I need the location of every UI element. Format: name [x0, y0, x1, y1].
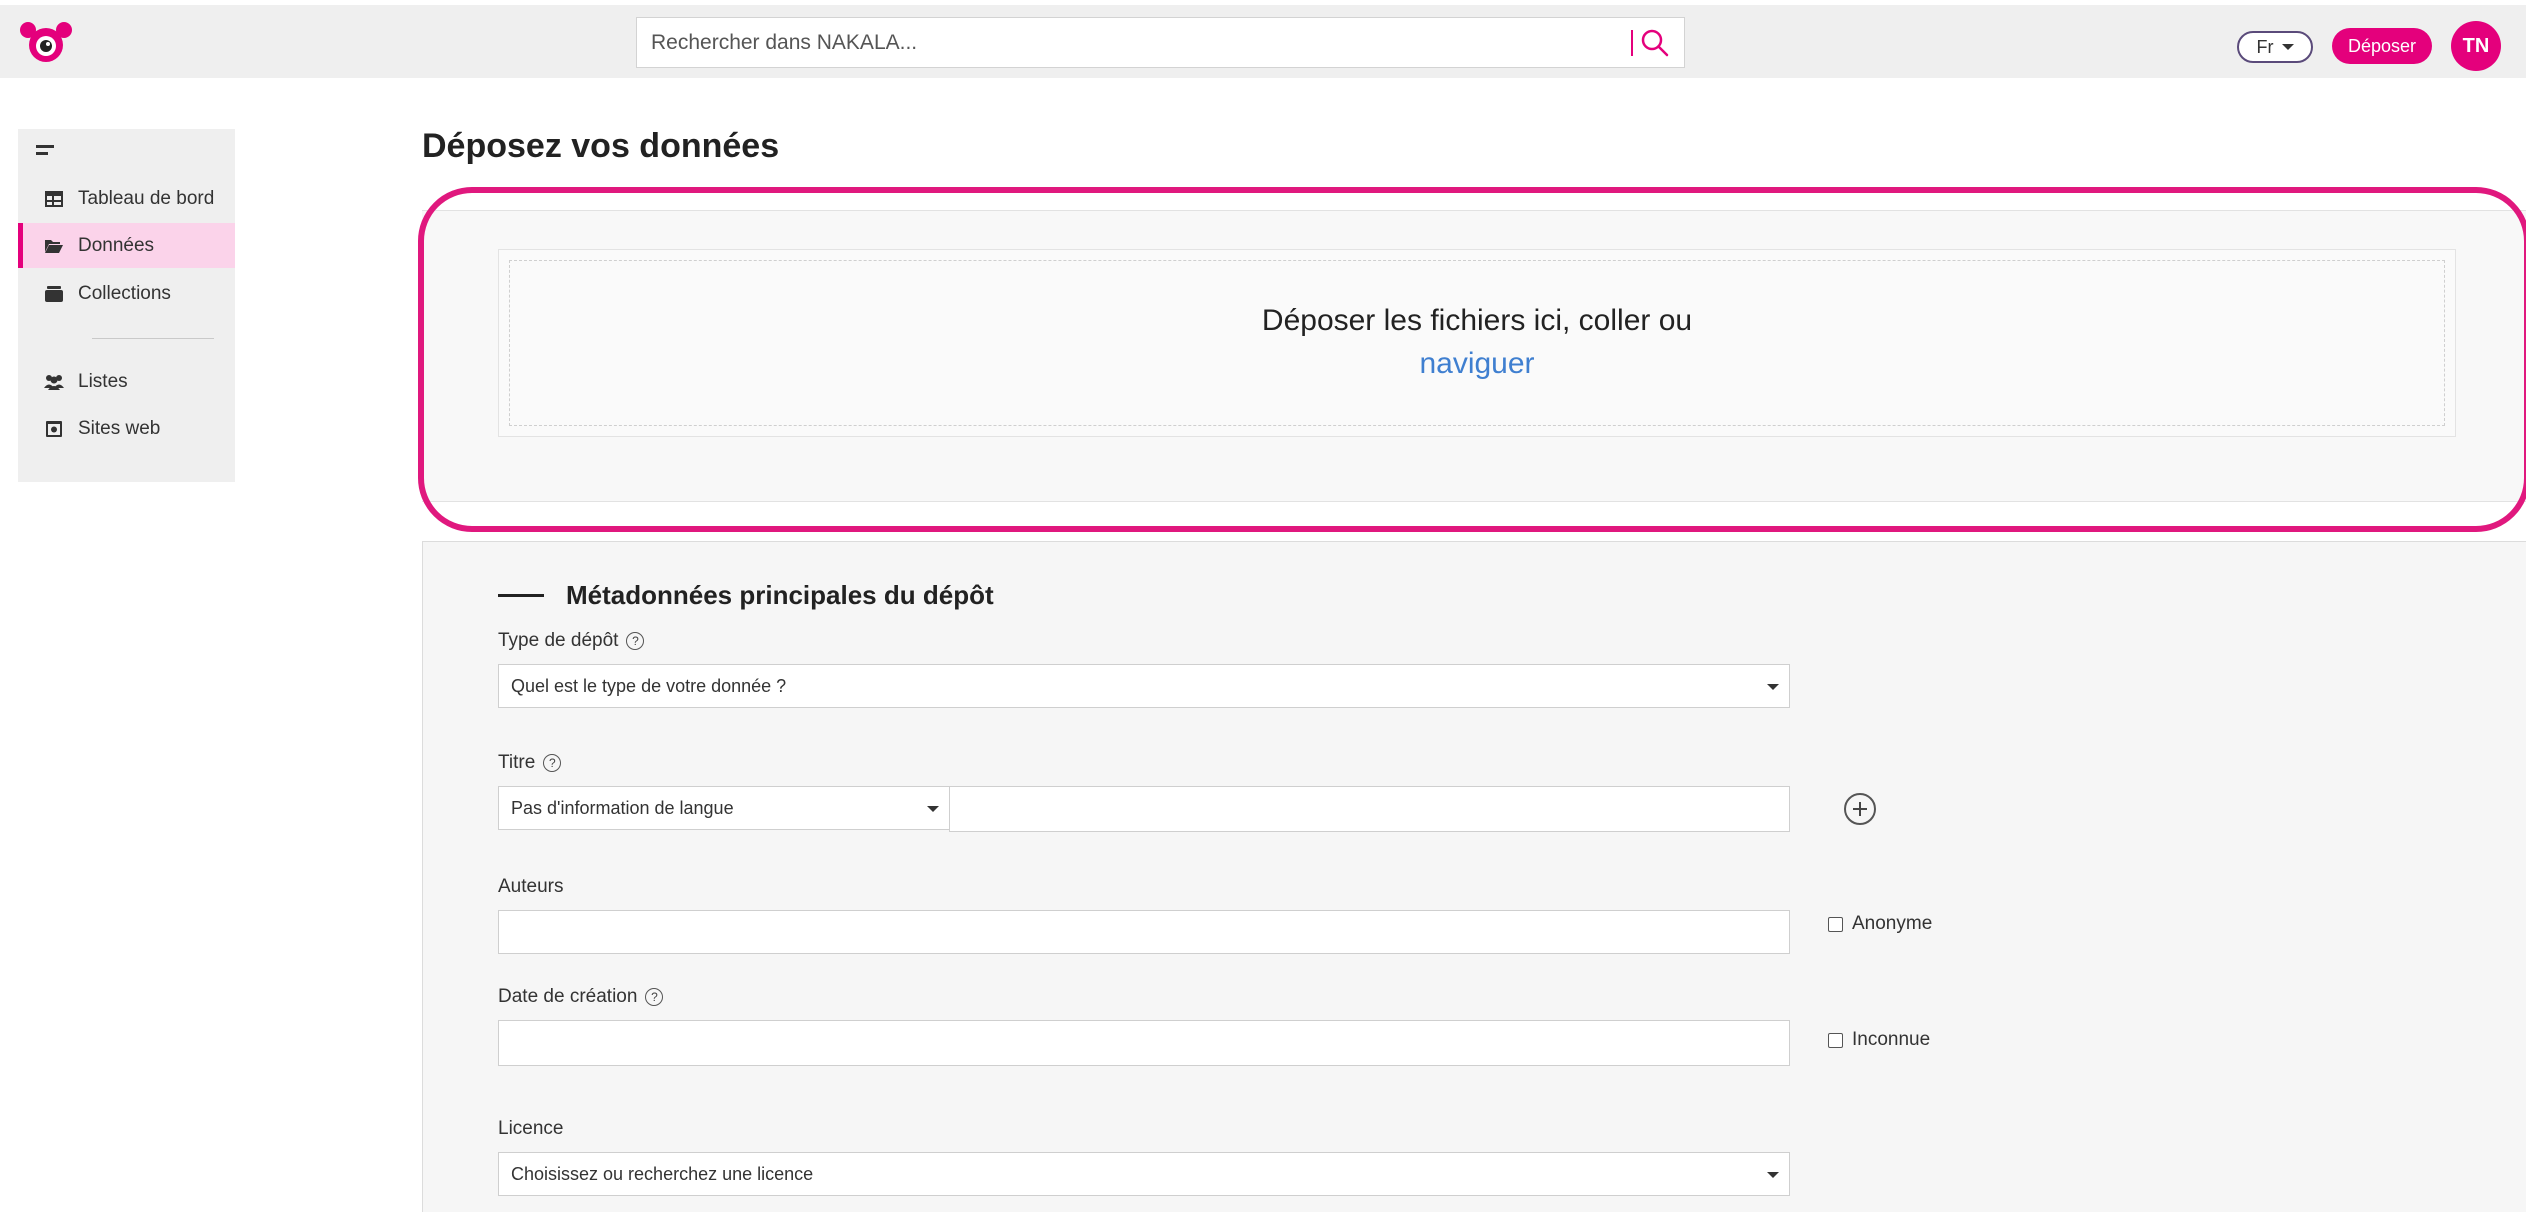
section-line: [498, 594, 544, 597]
deposit-type-select[interactable]: Quel est le type de votre donnée ?: [498, 664, 1790, 708]
deposit-button[interactable]: Déposer: [2332, 28, 2432, 64]
help-icon[interactable]: ?: [626, 632, 645, 650]
page-title: Déposez vos données: [422, 127, 780, 165]
archive-icon: [45, 285, 63, 302]
license-placeholder: Choisissez ou recherchez une licence: [511, 1163, 814, 1184]
authors-label: Auteurs: [498, 876, 563, 898]
dashboard-icon: [45, 190, 63, 207]
license-label-text: Licence: [498, 1118, 564, 1139]
help-icon[interactable]: ?: [543, 754, 562, 772]
search-separator: [1631, 30, 1633, 56]
chevron-down-icon: [1767, 684, 1779, 690]
deposit-type-label: Type de dépôt ?: [498, 630, 645, 652]
file-dropzone[interactable]: Déposer les fichiers ici, coller ou navi…: [498, 249, 2456, 437]
sidebar-item-collections[interactable]: Collections: [18, 271, 235, 316]
authors-label-text: Auteurs: [498, 876, 564, 897]
language-label: Fr: [2256, 36, 2274, 57]
sidebar-item-label: Tableau de bord: [78, 187, 215, 209]
authors-input[interactable]: [498, 910, 1790, 954]
sidebar-item-label: Sites web: [78, 417, 161, 439]
plus-icon: [1853, 802, 1867, 816]
top-bar: Fr Déposer TN: [0, 5, 2526, 78]
title-label-text: Titre: [498, 752, 536, 773]
title-input[interactable]: [949, 786, 1790, 832]
user-avatar[interactable]: TN: [2451, 21, 2501, 71]
metadata-panel: [422, 541, 2526, 1212]
sidebar-item-label: Listes: [78, 370, 128, 392]
folder-open-icon: [45, 239, 63, 253]
deposit-type-placeholder: Quel est le type de votre donnée ?: [511, 675, 787, 696]
checkbox-box[interactable]: [1828, 916, 1843, 932]
sidebar-item-sites-web[interactable]: Sites web: [18, 406, 235, 451]
chevron-down-icon: [927, 806, 939, 812]
nakala-logo-icon[interactable]: [18, 21, 74, 65]
chevron-down-icon: [2281, 44, 2294, 50]
chevron-down-icon: [1767, 1172, 1779, 1178]
search-input[interactable]: [637, 18, 1617, 67]
sidebar-item-label: Données: [78, 234, 155, 256]
title-language-select[interactable]: Pas d'information de langue: [498, 786, 950, 830]
sidebar-item-label: Collections: [78, 282, 171, 304]
checkbox-box[interactable]: [1828, 1032, 1843, 1048]
sidebar-divider: [92, 338, 214, 339]
license-label: Licence: [498, 1118, 564, 1140]
license-select[interactable]: Choisissez ou recherchez une licence: [498, 1152, 1790, 1196]
anonymous-checkbox[interactable]: Anonyme: [1828, 913, 1932, 935]
metadata-section-header: Métadonnées principales du dépôt: [498, 580, 994, 611]
users-icon: [44, 374, 64, 390]
search-box: [636, 17, 1685, 68]
title-label: Titre ?: [498, 752, 562, 774]
creation-date-label-text: Date de création: [498, 986, 638, 1007]
dropzone-text: Déposer les fichiers ici, coller ou: [1261, 304, 1693, 337]
anonymous-label: Anonyme: [1852, 913, 1933, 934]
help-icon[interactable]: ?: [645, 988, 664, 1006]
search-icon[interactable]: [1639, 27, 1671, 59]
metadata-section-title: Métadonnées principales du dépôt: [566, 580, 994, 610]
sidebar-item-donnees[interactable]: Données: [18, 223, 235, 268]
sidebar-item-listes[interactable]: Listes: [18, 359, 235, 404]
menu-toggle-icon[interactable]: [36, 145, 56, 159]
sidebar-item-dashboard[interactable]: Tableau de bord: [18, 176, 235, 221]
language-selector[interactable]: Fr: [2237, 31, 2313, 63]
sidebar: Tableau de bord Données Collections List…: [18, 129, 235, 482]
creation-date-input[interactable]: [498, 1020, 1790, 1066]
creation-date-label: Date de création ?: [498, 986, 664, 1008]
unknown-date-checkbox[interactable]: Inconnue: [1828, 1029, 1930, 1051]
dropzone-dashed-area: Déposer les fichiers ici, coller ou navi…: [509, 260, 2445, 426]
title-language-value: Pas d'information de langue: [511, 797, 734, 818]
website-icon: [46, 420, 62, 437]
browse-link[interactable]: naviguer: [510, 347, 2444, 381]
add-title-button[interactable]: [1844, 793, 1876, 825]
deposit-type-label-text: Type de dépôt: [498, 630, 619, 651]
unknown-date-label: Inconnue: [1852, 1029, 1931, 1050]
